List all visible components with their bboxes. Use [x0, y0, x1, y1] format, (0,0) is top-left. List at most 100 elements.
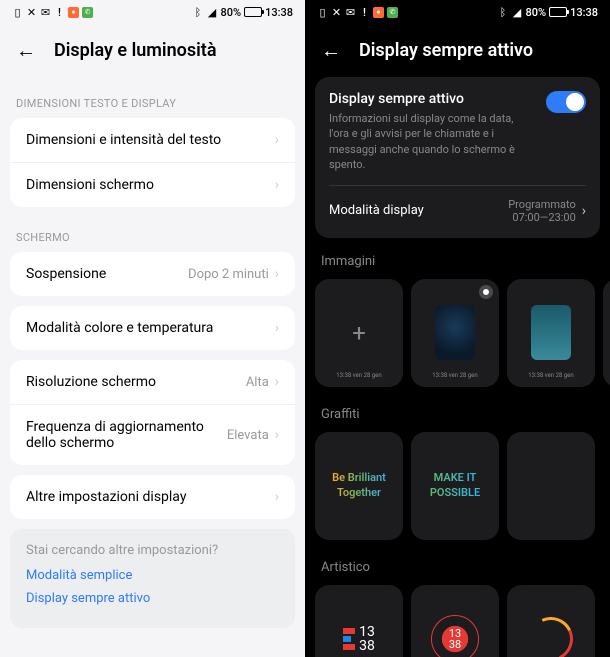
page-title: Display sempre attivo — [359, 40, 533, 61]
wifi-off-icon: ✕ — [26, 7, 37, 18]
thumb-graffiti-1[interactable]: Be Brilliant Together — [315, 432, 403, 540]
thumb-add[interactable]: + 13:38 ven 28 gen — [315, 279, 403, 387]
row-text-size[interactable]: Dimensioni e intensità del testo › — [10, 118, 295, 163]
plus-icon: + — [352, 319, 366, 347]
thumb-time-label: 13:38 ven 28 gen — [432, 372, 477, 379]
footer-link-simple-mode[interactable]: Modalità semplice — [26, 568, 279, 583]
row-screen-size[interactable]: Dimensioni schermo › — [10, 163, 295, 207]
row-label: Sospensione — [26, 266, 188, 282]
signal-icon: ◢ — [511, 7, 522, 18]
wifi-off-icon: ✕ — [331, 7, 342, 18]
chevron-right-icon: › — [275, 427, 279, 443]
row-sleep[interactable]: Sospensione Dopo 2 minuti › — [10, 252, 295, 296]
app-icon-green: ✆ — [387, 7, 398, 18]
aod-settings-screen: ▯ ✕ ✉ ! ● ✆ ᛒ ◢ 80% 13:38 ← Display semp… — [305, 0, 610, 657]
row-more-display[interactable]: Altre impostazioni display › — [10, 475, 295, 519]
header: ← Display e luminosità — [0, 24, 305, 77]
aod-toggle-desc: Informazioni sul display come la data, l… — [329, 111, 534, 173]
thumbs-images: + 13:38 ven 28 gen 13:38 ven 28 gen 13:3… — [305, 279, 610, 403]
thumb-time-label: 13:38 ven 28 gen — [336, 372, 381, 379]
thumb-image-2[interactable]: 13:38 ven 28 gen — [507, 279, 595, 387]
aod-toggle-title: Display sempre attivo — [329, 91, 534, 107]
selected-indicator-icon — [479, 285, 493, 299]
status-time: 13:38 — [570, 6, 598, 19]
section-label-images: Immagini — [305, 250, 610, 279]
row-label: Risoluzione schermo — [26, 374, 246, 390]
card-sleep: Sospensione Dopo 2 minuti › — [10, 252, 295, 296]
chevron-right-icon: › — [275, 177, 279, 193]
row-label: Dimensioni e intensità del testo — [26, 132, 275, 148]
chevron-right-icon: › — [275, 320, 279, 336]
thumb-graffiti-2[interactable]: MAKE IT POSSIBLE — [411, 432, 499, 540]
thumb-graffiti-3[interactable] — [507, 432, 595, 540]
thumb-artistic-1[interactable]: 1338 — [315, 585, 403, 657]
alert-icon: ! — [54, 7, 65, 18]
row-value: Alta — [246, 375, 269, 390]
card-icon: ▯ — [12, 7, 23, 18]
clock-style-circle: 1338 — [431, 615, 479, 657]
graffiti-text: Be Brilliant Together — [332, 471, 386, 500]
thumb-artistic-2[interactable]: 1338 — [411, 585, 499, 657]
chevron-right-icon: › — [275, 374, 279, 390]
row-label: Frequenza di aggiornamento dello schermo — [26, 419, 227, 451]
row-refresh-rate[interactable]: Frequenza di aggiornamento dello schermo… — [10, 405, 295, 465]
alert-icon: ! — [359, 7, 370, 18]
row-display-mode[interactable]: Modalità display Programmato 07:00—23:00… — [329, 185, 586, 224]
aod-toggle[interactable] — [546, 91, 586, 113]
card-icon: ▯ — [317, 7, 328, 18]
row-value: Elevata — [227, 428, 269, 443]
app-icon-orange: ● — [68, 7, 79, 18]
row-value: Dopo 2 minuti — [188, 267, 269, 282]
thumb-preview — [531, 305, 571, 360]
row-value: Programmato 07:00—23:00 — [508, 198, 576, 224]
thumb-artistic-3[interactable] — [507, 585, 595, 657]
section-label-text-display: DIMENSIONI TESTO E DISPLAY — [0, 83, 305, 118]
mail-icon: ✉ — [345, 7, 356, 18]
battery-percent: 80% — [220, 6, 241, 19]
mail-icon: ✉ — [40, 7, 51, 18]
status-time: 13:38 — [265, 6, 293, 19]
thumb-image-1[interactable]: 13:38 ven 28 gen — [411, 279, 499, 387]
row-color-mode[interactable]: Modalità colore e temperatura › — [10, 306, 295, 350]
chevron-right-icon: › — [275, 266, 279, 282]
graffiti-text: MAKE IT POSSIBLE — [430, 471, 480, 500]
footer-suggestions: Stai cercando altre impostazioni? Modali… — [10, 529, 295, 628]
row-label: Modalità colore e temperatura — [26, 320, 275, 336]
settings-display-screen: ▯ ✕ ✉ ! ● ✆ ᛒ ◢ 80% 13:38 ← Display e lu… — [0, 0, 305, 657]
section-label-graffiti: Graffiti — [305, 403, 610, 432]
card-color: Modalità colore e temperatura › — [10, 306, 295, 350]
clock-style-bars: 1338 — [343, 625, 375, 653]
battery-icon — [244, 7, 262, 17]
aod-main-card: Display sempre attivo Informazioni sul d… — [315, 77, 600, 238]
back-arrow-icon[interactable]: ← — [16, 38, 36, 63]
signal-icon: ◢ — [206, 7, 217, 18]
bluetooth-icon: ᛒ — [192, 7, 203, 18]
card-resolution-refresh: Risoluzione schermo Alta › Frequenza di … — [10, 360, 295, 465]
thumb-time-label: 13:38 ven 28 gen — [528, 372, 573, 379]
thumbs-graffiti: Be Brilliant Together MAKE IT POSSIBLE — [305, 432, 610, 556]
card-text-display: Dimensioni e intensità del testo › Dimen… — [10, 118, 295, 207]
app-icon-green: ✆ — [82, 7, 93, 18]
row-label: Dimensioni schermo — [26, 177, 275, 193]
thumbs-artistic: 1338 1338 — [305, 585, 610, 657]
bluetooth-icon: ᛒ — [497, 7, 508, 18]
back-arrow-icon[interactable]: ← — [321, 38, 341, 63]
battery-icon — [549, 7, 567, 17]
section-label-screen: SCHERMO — [0, 217, 305, 252]
thumb-preview — [435, 305, 475, 360]
page-title: Display e luminosità — [54, 40, 216, 61]
footer-link-aod[interactable]: Display sempre attivo — [26, 591, 279, 606]
clock-style-ring — [523, 610, 579, 657]
row-label: Modalità display — [329, 203, 424, 218]
chevron-right-icon: › — [582, 203, 586, 219]
thumb-image-3[interactable] — [603, 279, 610, 387]
chevron-right-icon: › — [275, 132, 279, 148]
section-label-artistic: Artistico — [305, 556, 610, 585]
footer-question: Stai cercando altre impostazioni? — [26, 543, 279, 558]
header: ← Display sempre attivo — [305, 24, 610, 77]
card-more-display: Altre impostazioni display › — [10, 475, 295, 519]
row-resolution[interactable]: Risoluzione schermo Alta › — [10, 360, 295, 405]
status-bar: ▯ ✕ ✉ ! ● ✆ ᛒ ◢ 80% 13:38 — [305, 0, 610, 24]
chevron-right-icon: › — [275, 489, 279, 505]
row-label: Altre impostazioni display — [26, 489, 275, 505]
